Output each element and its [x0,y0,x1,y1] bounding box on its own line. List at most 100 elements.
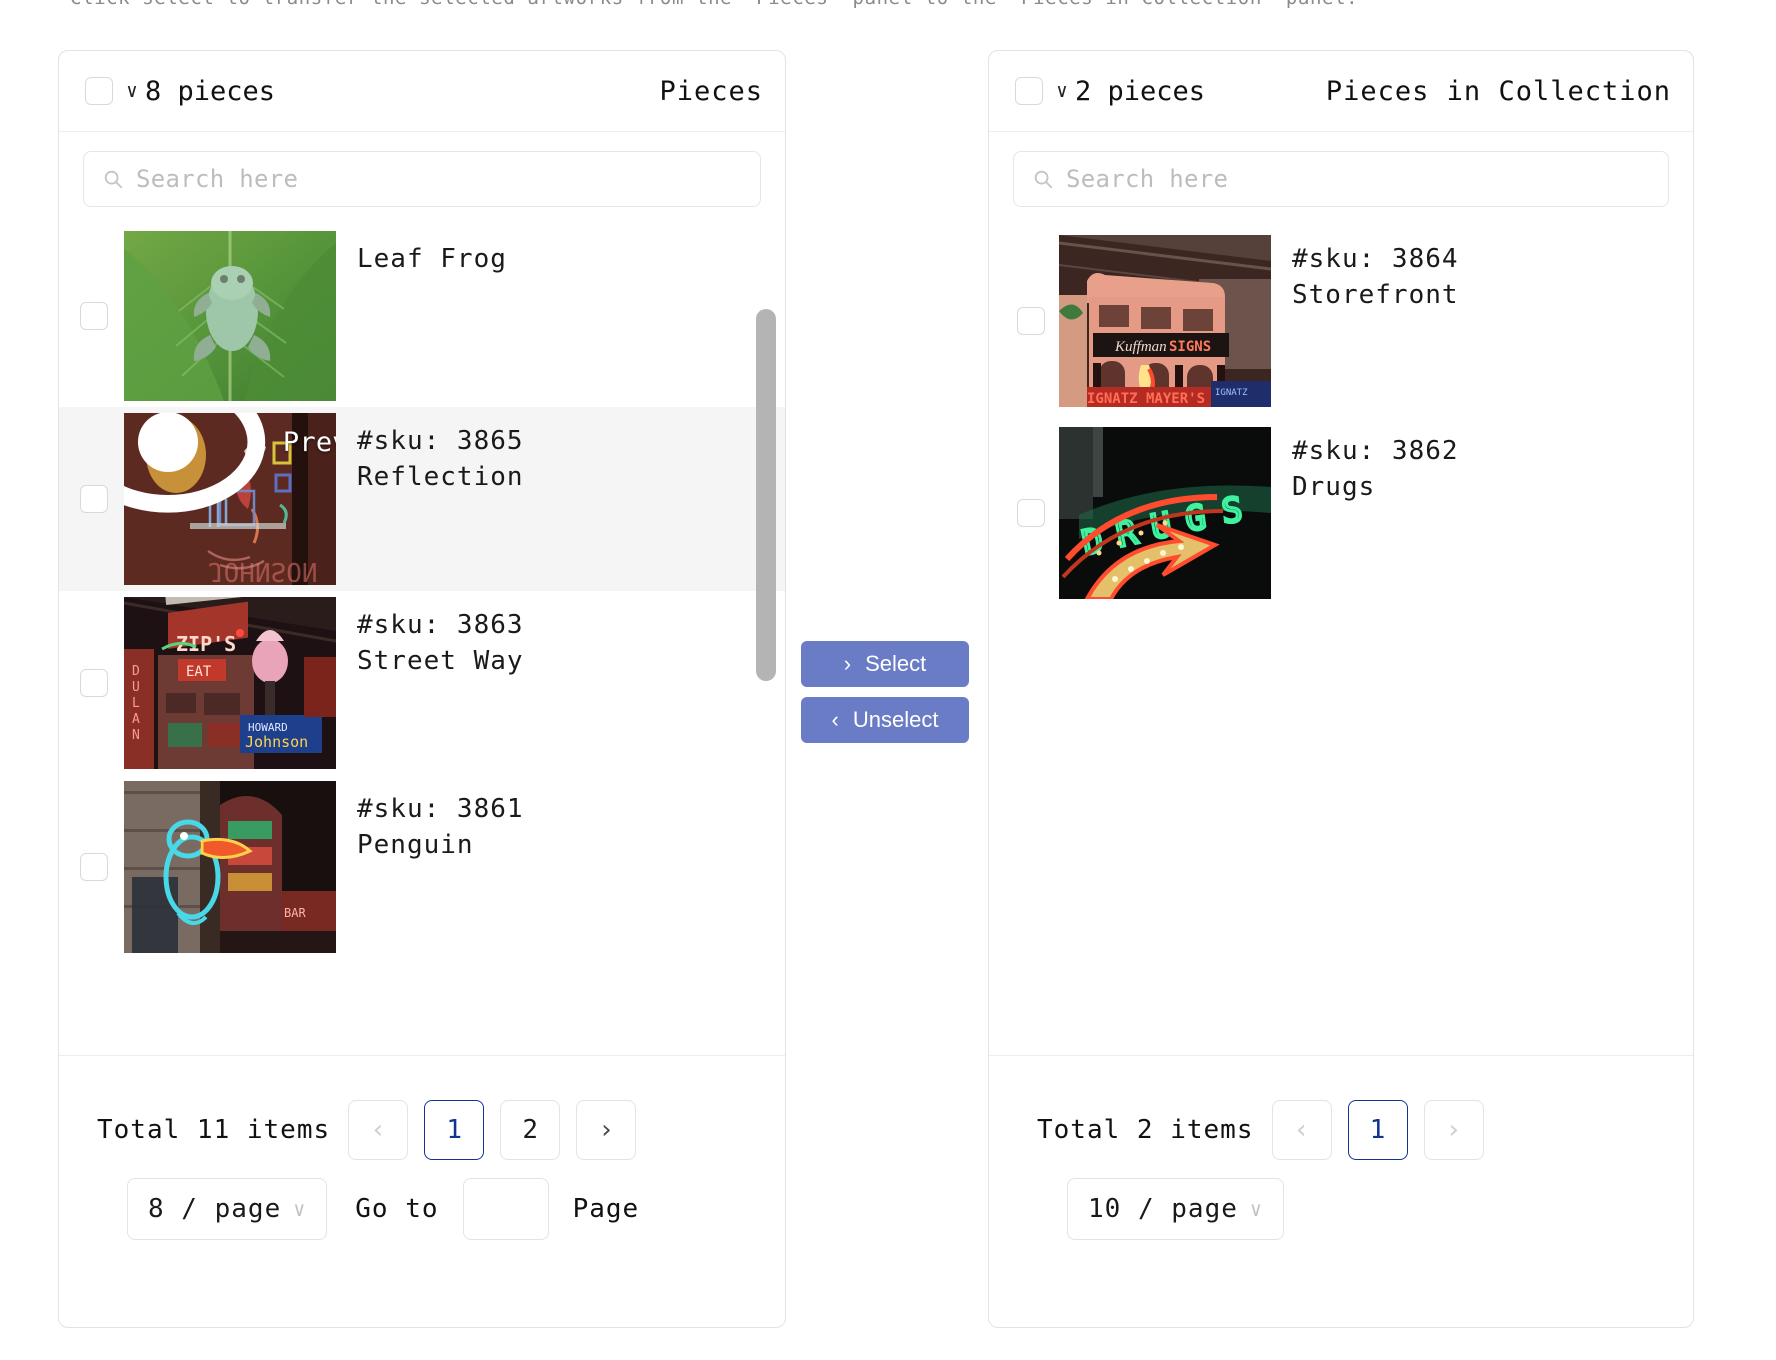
pieces-search-box[interactable]: Search here [83,151,761,207]
collection-total-label: Total 2 items [1037,1115,1254,1145]
preview-overlay[interactable]: Preview [124,413,336,548]
item-checkbox[interactable] [80,302,108,330]
item-sku: #sku: 3861 [357,794,524,824]
item-checkbox[interactable] [1017,499,1045,527]
preview-label: Preview [282,426,336,458]
item-sku: #sku: 3865 [357,426,524,456]
item-meta: #sku: 3862 Drugs [1292,433,1459,505]
eye-icon [124,413,266,513]
pieces-panel-title: Pieces [659,75,763,107]
select-all-checkbox-collection[interactable] [1015,77,1043,105]
collection-pagination-row: Total 2 items ‹ 1 › [989,1100,1693,1160]
item-checkbox[interactable] [80,669,108,697]
collection-search-box[interactable]: Search here [1013,151,1669,207]
transfer-widget-page: Click select to transfer the selected ar… [0,0,1776,1360]
item-name: Penguin [357,830,474,860]
list-item[interactable]: Kuffman SIGNS IGNATZ MAYER'S IGNATZ #sku… [989,225,1693,417]
pieces-pagination-controls: 8 / page ∨ Go to Page [59,1178,785,1240]
pieces-pagination: Total 11 items ‹ 1 2 › 8 / page ∨ Go to … [59,1055,785,1327]
unselect-button[interactable]: ‹ Unselect [801,697,969,743]
item-thumbnail-reflection[interactable]: JOHNSON Preview [124,413,336,585]
storefront-neon-image: Kuffman SIGNS IGNATZ MAYER'S IGNATZ [1059,235,1271,407]
list-item[interactable]: Leaf Frog [59,225,785,407]
item-meta: #sku: 3865 Reflection [357,423,524,495]
list-item[interactable]: BAR #sku: 3861 Penguin [59,775,785,959]
pieces-page-label: Page [572,1194,640,1224]
item-thumbnail-street-way[interactable]: D U L A N ZIP'S EAT HOWARD Johnson [124,597,336,769]
list-item[interactable]: D U L A N ZIP'S EAT HOWARD Johnson #sku:… [59,591,785,775]
item-checkbox[interactable] [1017,307,1045,335]
chevron-down-icon-per-page: ∨ [293,1197,307,1221]
pieces-goto-label: Go to [355,1194,439,1224]
item-name: Drugs [1292,472,1376,502]
chevron-left-icon: ‹ [831,707,839,732]
pieces-list-scrollbar-thumb[interactable] [756,309,776,681]
chevron-down-icon-per-page: ∨ [1249,1197,1263,1221]
select-button-label: Select [865,651,927,676]
item-name: Street Way [357,646,524,676]
search-icon [104,170,123,189]
pieces-pagination-row: Total 11 items ‹ 1 2 › [59,1100,785,1160]
collection-pagination-controls: 10 / page ∨ [989,1178,1693,1240]
collection-prev-page-button[interactable]: ‹ [1271,1100,1332,1160]
transfer-buttons: › Select ‹ Unselect [801,641,969,743]
collection-per-page-select[interactable]: 10 / page ∨ [1067,1178,1284,1240]
svg-text:A: A [132,712,140,727]
svg-text:BAR: BAR [284,906,306,920]
svg-text:EAT: EAT [186,664,212,680]
chevron-down-icon-pieces[interactable]: ∨ [121,80,143,102]
item-sku: #sku: 3864 [1292,244,1459,274]
svg-text:D: D [132,664,140,679]
item-thumbnail-drugs[interactable]: D R U G S [1059,427,1271,599]
item-meta: #sku: 3864 Storefront [1292,241,1459,313]
collection-count-label: 2 pieces [1075,75,1206,107]
select-button[interactable]: › Select [801,641,969,687]
collection-search-placeholder: Search here [1066,165,1229,193]
pieces-header-left: ∨ 8 pieces [85,76,275,107]
pieces-list[interactable]: Leaf Frog JOHNSON Pre #sku: 3865 Reflect… [59,225,785,1097]
street-way-neon-image: D U L A N ZIP'S EAT HOWARD Johnson [124,597,336,769]
pieces-per-page-value: 8 / page [148,1194,282,1224]
chevron-down-icon-collection[interactable]: ∨ [1051,80,1073,102]
collection-page-1-button[interactable]: 1 [1347,1100,1408,1160]
pieces-total-label: Total 11 items [97,1115,331,1145]
svg-text:L: L [132,696,140,711]
item-thumbnail-penguin[interactable]: BAR [124,781,336,953]
pieces-search-placeholder: Search here [136,165,299,193]
item-name: Leaf Frog [357,244,507,274]
search-icon [1034,170,1053,189]
pieces-prev-page-button[interactable]: ‹ [348,1100,409,1160]
pieces-next-page-button[interactable]: › [576,1100,637,1160]
pieces-page-2-button[interactable]: 2 [500,1100,561,1160]
select-all-checkbox-pieces[interactable] [85,77,113,105]
collection-next-page-button[interactable]: › [1423,1100,1484,1160]
item-sku: #sku: 3862 [1292,436,1459,466]
pieces-per-page-select[interactable]: 8 / page ∨ [127,1178,328,1240]
svg-text:IGNATZ MAYER'S: IGNATZ MAYER'S [1087,391,1205,407]
item-checkbox[interactable] [80,853,108,881]
collection-list[interactable]: Kuffman SIGNS IGNATZ MAYER'S IGNATZ #sku… [989,225,1693,1097]
item-name: Reflection [357,462,524,492]
collection-panel-title: Pieces in Collection [1325,75,1671,107]
list-item-active[interactable]: JOHNSON Preview #sku: 3865 Reflection [59,407,785,591]
item-name: Storefront [1292,280,1459,310]
pieces-panel: ∨ 8 pieces Pieces Search here Leaf Frog … [58,50,786,1328]
item-thumbnail-storefront[interactable]: Kuffman SIGNS IGNATZ MAYER'S IGNATZ [1059,235,1271,407]
pieces-goto-input[interactable] [462,1178,549,1240]
list-item[interactable]: D R U G S #sku: 3862 Drugs [989,417,1693,609]
collection-search-wrap: Search here [989,132,1693,207]
instruction-text: Click select to transfer the selected ar… [70,0,1358,9]
pieces-in-collection-panel: ∨ 2 pieces Pieces in Collection Search h… [988,50,1694,1328]
item-meta: #sku: 3861 Penguin [357,791,524,863]
item-checkbox[interactable] [80,485,108,513]
penguin-neon-image: BAR [124,781,336,953]
collection-pagination: Total 2 items ‹ 1 › 10 / page ∨ [989,1055,1693,1327]
pieces-search-wrap: Search here [59,132,785,207]
item-sku: #sku: 3863 [357,610,524,640]
svg-text:SIGNS: SIGNS [1169,339,1211,355]
drugs-neon-image: D R U G S [1059,427,1271,599]
unselect-button-label: Unselect [852,707,939,732]
pieces-list-scrollbar[interactable] [756,225,776,1097]
item-thumbnail-leaf-frog[interactable] [124,231,336,401]
pieces-page-1-button[interactable]: 1 [424,1100,485,1160]
